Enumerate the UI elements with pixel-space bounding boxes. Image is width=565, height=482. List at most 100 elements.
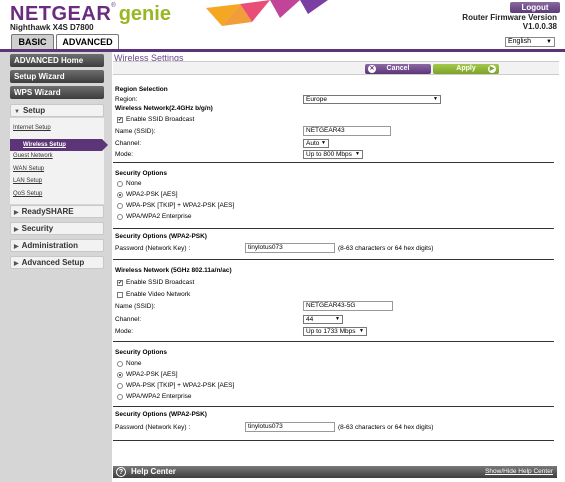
close-icon: ✕ (368, 65, 376, 73)
ssid-broadcast-5-checkbox[interactable]: ✔ (117, 280, 123, 286)
mode-5-value: Up to 1733 Mbps (306, 328, 356, 335)
security-5-option-enterprise: WPA/WPA2 Enterprise (126, 393, 192, 400)
sidebar-subitem-wan-setup[interactable]: WAN Setup (13, 166, 44, 172)
help-center-bar: ? Help Center Show/Hide Help Center (113, 466, 557, 478)
mode-24-label: Mode: (115, 151, 134, 158)
model-name: Nighthawk X4S D7800 (10, 23, 94, 32)
mode-5-select[interactable]: Up to 1733 Mbps ▼ (303, 327, 367, 336)
ssid-broadcast-24-label: Enable SSID Broadcast (126, 116, 195, 123)
sidebar-subitem-lan-setup[interactable]: LAN Setup (13, 178, 42, 184)
security-24-radio-mixed[interactable] (117, 203, 123, 209)
security-24-radio-none[interactable] (117, 181, 123, 187)
divider (113, 259, 554, 260)
action-bar: ✕ Cancel Apply ▶ (113, 61, 559, 75)
security-24-radio-wpa2[interactable] (117, 192, 123, 198)
brand-reg: ® (111, 3, 116, 9)
cancel-label: Cancel (386, 65, 410, 72)
ssid-24-label: Name (SSID): (115, 128, 156, 135)
firmware-version: V1.0.0.38 (522, 22, 557, 31)
region-value: Europe (306, 96, 327, 103)
divider (113, 341, 554, 342)
sidebar-item-advanced-home[interactable]: ADVANCED Home (10, 54, 104, 67)
sidebar-item-advanced-setup[interactable]: ▶ Advanced Setup (10, 256, 104, 269)
help-center-label: Help Center (131, 467, 176, 476)
security-24-option-mixed: WPA-PSK [TKIP] + WPA2-PSK [AES] (126, 202, 235, 209)
security-5-radio-mixed[interactable] (117, 383, 123, 389)
tab-advanced[interactable]: ADVANCED (56, 34, 119, 49)
divider (113, 406, 554, 407)
sidebar-item-label: ReadySHARE (21, 207, 74, 216)
language-value: English (508, 38, 531, 45)
chevron-down-icon: ▼ (335, 316, 340, 322)
help-icon: ? (116, 467, 126, 477)
ssid-5-input[interactable]: NETGEAR43-5G (303, 301, 393, 311)
apply-button[interactable]: Apply ▶ (433, 64, 499, 74)
ssid-24-input[interactable]: NETGEAR43 (303, 126, 391, 136)
logout-button[interactable]: Logout (510, 2, 560, 13)
genie-swoosh-icon (206, 0, 328, 26)
password-5-hint: (8-63 characters or 64 hex digits) (338, 424, 434, 431)
ssid-5-label: Name (SSID): (115, 303, 156, 310)
channel-24-select[interactable]: Auto ▼ (303, 139, 329, 148)
security-5-radio-none[interactable] (117, 361, 123, 367)
region-heading: Region Selection (115, 86, 168, 93)
sidebar-subitem-wireless-setup[interactable]: Wireless Setup (10, 139, 108, 151)
language-select[interactable]: English ▼ (505, 37, 555, 47)
sidebar-subitem-internet-setup[interactable]: Internet Setup (13, 125, 51, 131)
genie-text: genie (118, 3, 171, 25)
arrow-right-icon: ▶ (488, 65, 496, 73)
netgear-logo: NETGEAR® genie (10, 3, 171, 25)
sidebar-item-security[interactable]: ▶ Security (10, 222, 104, 235)
security-5-radio-enterprise[interactable] (117, 394, 123, 400)
wireless-5-heading: Wireless Network (5GHz 802.11a/n/ac) (115, 267, 232, 274)
sidebar-item-setup[interactable]: ▼ Setup (10, 104, 104, 117)
password-5-label: Password (Network Key) : (115, 424, 191, 431)
firmware-label: Router Firmware Version (462, 13, 557, 22)
password-24-input[interactable]: tinylotus073 (245, 243, 335, 253)
security-24-heading: Security Options (115, 170, 168, 177)
router-admin-page: NETGEAR® genie Nighthawk X4S D7800 Logout… (0, 0, 565, 482)
sidebar-item-label: Setup (22, 106, 46, 115)
chevron-right-icon: ▶ (14, 261, 19, 267)
video-network-label: Enable Video Network (126, 291, 191, 298)
chevron-right-icon: ▶ (14, 210, 19, 216)
wireless-24-heading: Wireless Network(2.4GHz b/g/n) (115, 105, 213, 112)
security-5-option-wpa2: WPA2-PSK [AES] (126, 371, 178, 378)
security-5-heading: Security Options (115, 349, 168, 356)
channel-5-value: 44 (306, 316, 314, 323)
mode-5-label: Mode: (115, 328, 134, 335)
ssid-broadcast-24-checkbox[interactable]: ✔ (117, 117, 123, 123)
channel-24-label: Channel: (115, 140, 142, 147)
region-select[interactable]: Europe ▼ (303, 95, 441, 104)
security-24-option-wpa2: WPA2-PSK [AES] (126, 191, 178, 198)
sidebar: ADVANCED Home Setup Wizard WPS Wizard ▼ S… (0, 52, 112, 482)
sidebar-item-readyshare[interactable]: ▶ ReadySHARE (10, 205, 104, 218)
video-network-checkbox[interactable] (117, 292, 123, 298)
security-24-radio-enterprise[interactable] (117, 214, 123, 220)
sidebar-item-setup-wizard[interactable]: Setup Wizard (10, 70, 104, 83)
security-24-option-enterprise: WPA/WPA2 Enterprise (126, 213, 192, 220)
sidebar-item-label: Advanced Setup (21, 258, 85, 267)
password-24-hint: (8-63 characters or 64 hex digits) (338, 245, 434, 252)
mode-24-value: Up to 800 Mbps (306, 151, 352, 158)
sidebar-subitem-qos-setup[interactable]: QoS Setup (13, 191, 42, 197)
security-5-radio-wpa2[interactable] (117, 372, 123, 378)
sidebar-subitem-guest-network[interactable]: Guest Network (13, 153, 53, 159)
chevron-down-icon: ▼ (321, 140, 326, 146)
sidebar-item-administration[interactable]: ▶ Administration (10, 239, 104, 252)
toggle-help-link[interactable]: Show/Hide Help Center (485, 466, 553, 478)
tab-basic[interactable]: BASIC (11, 34, 54, 49)
cancel-button[interactable]: ✕ Cancel (365, 64, 431, 74)
channel-5-select[interactable]: 44 ▼ (303, 315, 343, 324)
main-content: Wireless Settings ✕ Cancel Apply ▶ Region … (113, 52, 565, 466)
password-5-input[interactable]: tinylotus073 (245, 422, 335, 432)
chevron-down-icon: ▼ (355, 151, 360, 157)
security-5-option-none: None (126, 360, 142, 367)
mode-24-select[interactable]: Up to 800 Mbps ▼ (303, 150, 363, 159)
sidebar-item-wps-wizard[interactable]: WPS Wizard (10, 86, 104, 99)
chevron-down-icon: ▼ (14, 109, 20, 115)
ssid-broadcast-5-label: Enable SSID Broadcast (126, 279, 195, 286)
chevron-down-icon: ▼ (359, 328, 364, 334)
chevron-down-icon: ▼ (433, 96, 438, 102)
apply-label: Apply (456, 65, 476, 72)
